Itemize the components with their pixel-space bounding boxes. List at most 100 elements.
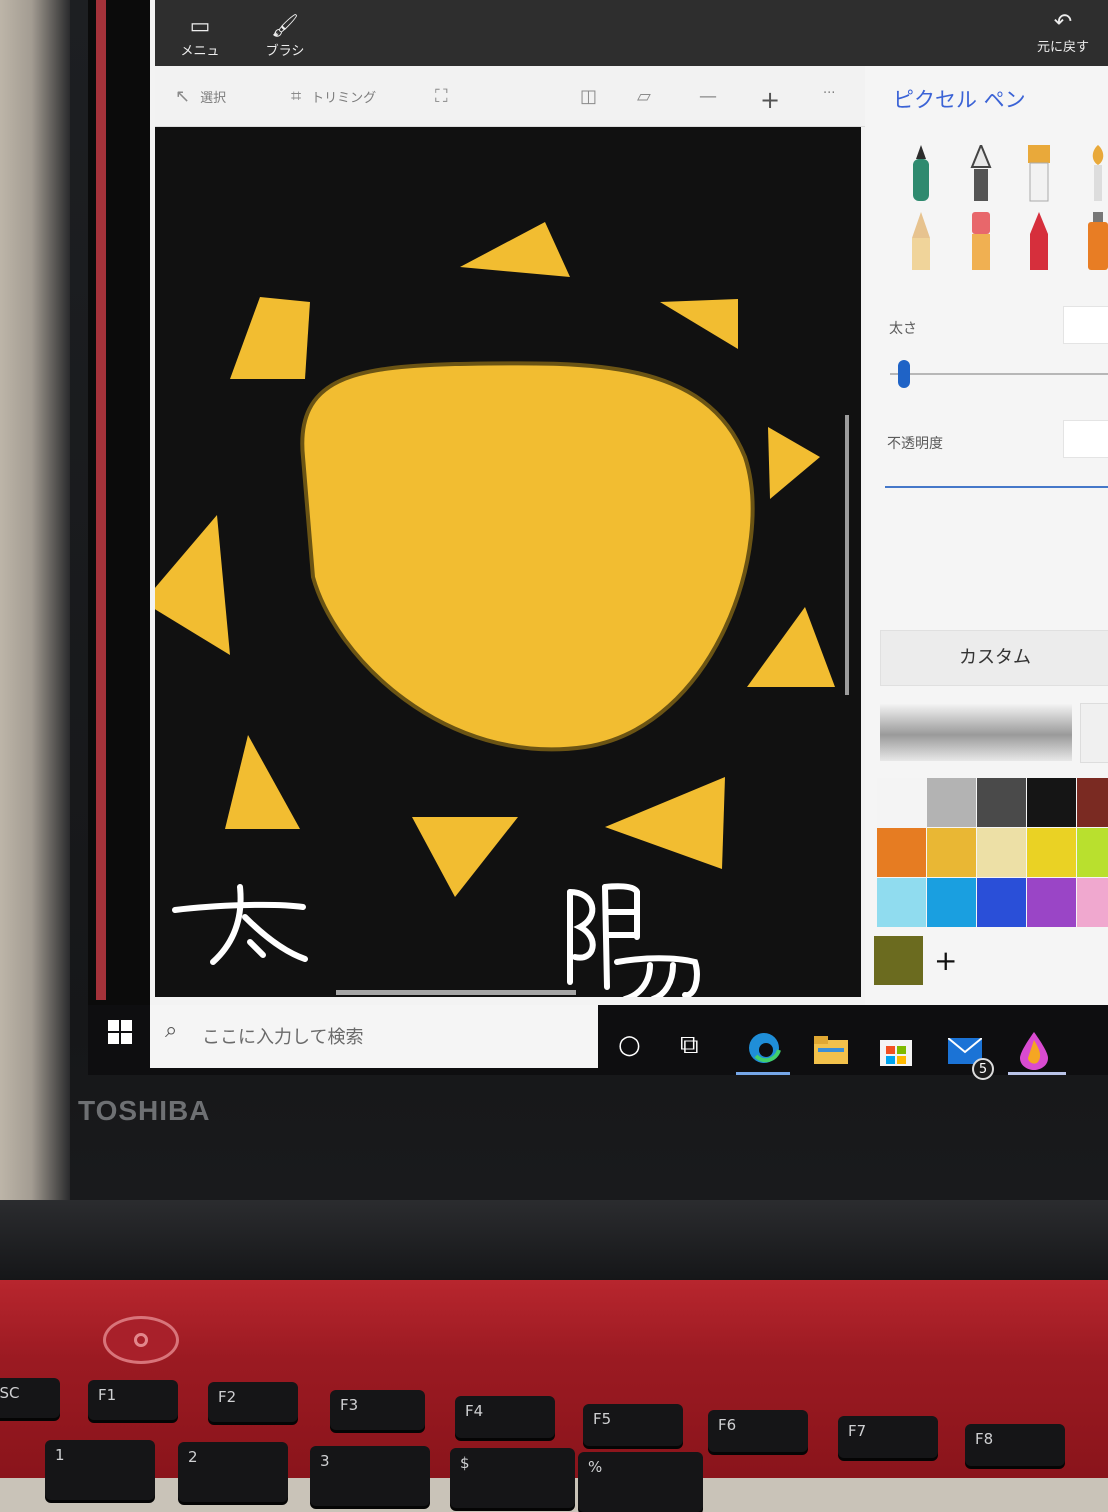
- keyboard-key[interactable]: 3: [310, 1446, 430, 1506]
- key-label: F8: [975, 1430, 994, 1448]
- magic-select-icon: ⛶: [435, 86, 448, 107]
- key-label: F5: [593, 1410, 612, 1428]
- canvas-horizontal-scrollbar[interactable]: [336, 990, 576, 995]
- sticker-icon: ◫: [580, 86, 598, 107]
- file-explorer-icon[interactable]: [814, 1036, 848, 1064]
- task-view-icon[interactable]: ⧉: [680, 1030, 699, 1061]
- shape-tool[interactable]: ▱: [637, 86, 661, 107]
- crop-tool[interactable]: ⌗ トリミング: [291, 86, 376, 107]
- eraser-brush[interactable]: [968, 212, 994, 276]
- key-label: 3: [320, 1452, 330, 1470]
- cursor-icon: ↖: [175, 86, 191, 107]
- canvas-drawing: [143, 127, 861, 1002]
- key-label: F2: [218, 1388, 237, 1406]
- key-label: F4: [465, 1402, 484, 1420]
- key-label: F1: [98, 1386, 117, 1404]
- sticker-tool[interactable]: ◫: [580, 86, 607, 107]
- palette-swatch[interactable]: [1027, 878, 1076, 927]
- windows-start-icon[interactable]: [108, 1020, 132, 1044]
- magic-select-tool[interactable]: ⛶: [435, 86, 458, 107]
- keyboard-key[interactable]: F6: [708, 1410, 808, 1452]
- more-icon: ···: [823, 86, 836, 101]
- thickness-slider-thumb[interactable]: [898, 360, 910, 388]
- color-preview: [880, 703, 1072, 761]
- palette-swatch[interactable]: [1027, 778, 1076, 827]
- pencil-brush[interactable]: [908, 212, 934, 276]
- paint-active-indicator: [1008, 1072, 1066, 1075]
- key-label: $: [460, 1454, 470, 1472]
- key-label: 1: [55, 1446, 65, 1464]
- paint-3d-icon[interactable]: [1018, 1032, 1050, 1070]
- undo-icon: ↶: [1053, 10, 1073, 35]
- power-icon: [134, 1333, 148, 1347]
- keyboard-key[interactable]: F7: [838, 1416, 938, 1458]
- power-button[interactable]: [103, 1316, 179, 1364]
- crayon-brush[interactable]: [1026, 212, 1052, 276]
- palette-swatch[interactable]: [1077, 828, 1108, 877]
- current-color-swatch[interactable]: [874, 936, 923, 985]
- add-color-button[interactable]: +: [934, 944, 957, 977]
- app-titlebar: ▭ メニュー 🖌 ブラシ ↶ 元に戻す: [155, 0, 1108, 78]
- opacity-label: 不透明度: [887, 436, 943, 452]
- keyboard-key[interactable]: F5: [583, 1404, 683, 1446]
- mail-unread-badge: 5: [972, 1058, 994, 1080]
- watercolor-brush[interactable]: [1085, 145, 1108, 209]
- search-placeholder: ここに入力して検索: [202, 1027, 364, 1048]
- palette-swatch[interactable]: [977, 778, 1026, 827]
- palette-swatch[interactable]: [927, 878, 976, 927]
- crop-icon: ⌗: [291, 86, 302, 107]
- palette-swatch[interactable]: [1027, 828, 1076, 877]
- crop-label: トリミング: [311, 91, 377, 106]
- keyboard-key[interactable]: F3: [330, 1390, 425, 1430]
- select-tool[interactable]: ↖ 選択: [175, 86, 226, 107]
- palette-swatch[interactable]: [977, 878, 1026, 927]
- thickness-slider[interactable]: [890, 373, 1108, 375]
- keyboard-key[interactable]: $: [450, 1448, 575, 1508]
- brush-label: ブラシ: [265, 44, 305, 59]
- oil-brush[interactable]: [1026, 145, 1052, 209]
- custom-color-button[interactable]: カスタム: [880, 630, 1108, 686]
- keyboard-key[interactable]: 2: [178, 1442, 288, 1502]
- keyboard-key[interactable]: 1: [45, 1440, 155, 1500]
- zoom-in-button[interactable]: +: [760, 86, 790, 114]
- palette-swatch[interactable]: [877, 828, 926, 877]
- keyboard-key[interactable]: F8: [965, 1424, 1065, 1466]
- keyboard-key[interactable]: F4: [455, 1396, 555, 1438]
- spray-can-brush[interactable]: [1085, 212, 1108, 276]
- thickness-label: 太さ: [889, 321, 917, 337]
- key-label: 2: [188, 1448, 198, 1466]
- cortana-icon[interactable]: ○: [618, 1030, 641, 1060]
- opacity-value-field[interactable]: [1063, 420, 1108, 458]
- drawing-canvas[interactable]: [143, 127, 861, 1002]
- color-preview-secondary: [1080, 703, 1108, 763]
- key-label: ESC: [0, 1384, 20, 1402]
- brush-button[interactable]: 🖌 ブラシ: [260, 14, 310, 59]
- key-label: F3: [340, 1396, 359, 1414]
- opacity-slider[interactable]: [885, 486, 1108, 488]
- canvas-vertical-scrollbar[interactable]: [845, 415, 849, 695]
- palette-swatch[interactable]: [977, 828, 1026, 877]
- palette-swatch[interactable]: [927, 778, 976, 827]
- zoom-out-button[interactable]: —: [699, 86, 727, 107]
- keyboard-key[interactable]: F1: [88, 1380, 178, 1420]
- keyboard-key[interactable]: %: [578, 1452, 703, 1512]
- palette-swatch[interactable]: [1077, 878, 1108, 927]
- undo-button[interactable]: ↶ 元に戻す: [1030, 10, 1096, 55]
- keyboard-key[interactable]: F2: [208, 1382, 298, 1422]
- calligraphy-pen-brush[interactable]: [968, 145, 994, 209]
- thickness-value-field[interactable]: [1063, 306, 1108, 344]
- palette-swatch[interactable]: [877, 878, 926, 927]
- palette-swatch[interactable]: [877, 778, 926, 827]
- panel-title: ピクセル ペン: [893, 88, 1026, 112]
- edge-browser-icon[interactable]: [746, 1030, 782, 1066]
- brush-icon: 🖌: [271, 14, 299, 39]
- microsoft-store-icon[interactable]: [880, 1032, 912, 1066]
- laptop-brand-logo: TOSHIBA: [78, 1095, 211, 1126]
- palette-swatch[interactable]: [927, 828, 976, 877]
- menu-icon: ▭: [189, 14, 211, 39]
- palette-swatch[interactable]: [1077, 778, 1108, 827]
- more-button[interactable]: ···: [823, 86, 835, 101]
- search-icon: ⌕: [165, 1018, 178, 1043]
- keyboard-key[interactable]: ESC: [0, 1378, 60, 1418]
- marker-pen-brush[interactable]: [908, 145, 934, 209]
